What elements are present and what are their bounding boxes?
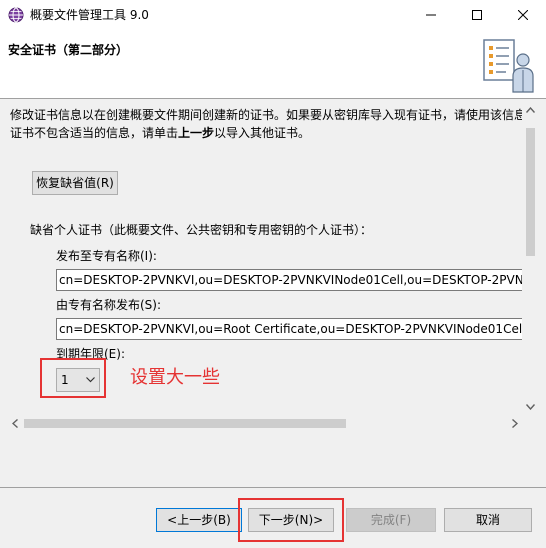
- content-panel: 修改证书信息以在创建概要文件期间创建新的证书。如果要从密钥库导入现有证书，请使用…: [0, 99, 546, 487]
- horizontal-scroll-thumb[interactable]: [24, 419, 346, 428]
- personal-cert-label: 缺省个人证书（此概要文件、公共密钥和专用密钥的个人证书）：: [30, 223, 373, 237]
- restore-defaults-button[interactable]: 恢复缺省值(R): [32, 171, 118, 195]
- close-icon: [518, 10, 528, 20]
- instructions-line-2-end: 以导入其他证书。: [214, 126, 311, 140]
- issued-to-field[interactable]: cn=DESKTOP-2PVNKVI,ou=DESKTOP-2PVNKVINod…: [56, 269, 522, 291]
- instructions-line-2-start: 证书不包含适当的信息，请单击: [10, 126, 179, 140]
- wizard-footer: <上一步(B) 下一步(N)> 完成(F) 取消: [0, 488, 546, 548]
- maximize-button[interactable]: [454, 0, 500, 30]
- annotation-highlight-expiry: [40, 358, 106, 398]
- annotation-note: 设置大一些: [130, 367, 220, 388]
- scroll-up-icon[interactable]: [526, 107, 535, 113]
- back-button[interactable]: <上一步(B): [156, 508, 242, 532]
- title-bar[interactable]: 概要文件管理工具 9.0: [0, 0, 546, 30]
- minimize-button[interactable]: [408, 0, 454, 30]
- document-with-user-icon: [483, 39, 534, 93]
- annotation-highlight-next: [238, 498, 344, 542]
- scroll-right-icon[interactable]: [512, 419, 518, 428]
- window-title: 概要文件管理工具 9.0: [30, 8, 149, 22]
- minimize-icon: [426, 14, 436, 16]
- instructions-text: 修改证书信息以在创建概要文件期间创建新的证书。如果要从密钥库导入现有证书，请使用…: [10, 106, 522, 142]
- vertical-scrollbar[interactable]: [522, 102, 539, 415]
- scroll-viewport: 修改证书信息以在创建概要文件期间创建新的证书。如果要从密钥库导入现有证书，请使用…: [8, 102, 522, 415]
- issued-to-label: 发布至专有名称(I):: [56, 249, 157, 263]
- instructions-line-1: 修改证书信息以在创建概要文件期间创建新的证书。如果要从密钥库导入现有证书，请使用…: [10, 108, 522, 122]
- scrollbar-corner: [522, 415, 539, 432]
- scroll-left-icon[interactable]: [12, 419, 18, 428]
- vertical-scroll-thumb[interactable]: [526, 128, 535, 256]
- close-button[interactable]: [500, 0, 546, 30]
- instructions-line-2: 证书不包含适当的信息，请单击上一步以导入其他证书。: [10, 124, 522, 142]
- wizard-banner: 安全证书（第二部分）: [0, 30, 546, 98]
- issued-by-label: 由专有名称发布(S):: [56, 298, 162, 312]
- horizontal-scrollbar[interactable]: [8, 415, 522, 432]
- finish-button: 完成(F): [346, 508, 436, 532]
- issued-by-field[interactable]: cn=DESKTOP-2PVNKVI,ou=Root Certificate,o…: [56, 318, 522, 340]
- maximize-icon: [472, 10, 482, 20]
- instructions-back-emphasis: 上一步: [178, 126, 215, 140]
- app-globe-icon: [8, 7, 24, 23]
- scroll-down-icon[interactable]: [526, 404, 535, 410]
- cancel-button[interactable]: 取消: [444, 508, 532, 532]
- page-title: 安全证书（第二部分）: [8, 43, 129, 57]
